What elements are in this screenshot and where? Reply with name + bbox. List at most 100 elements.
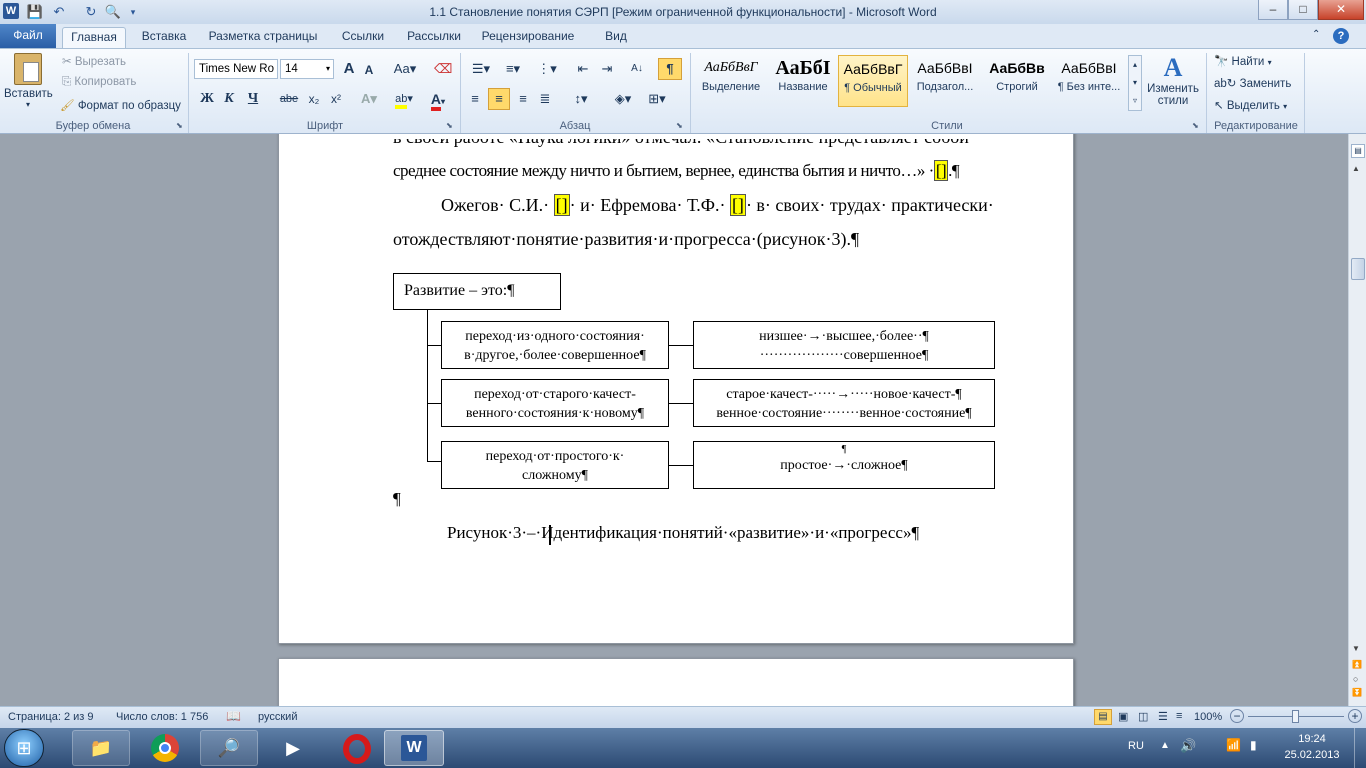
style-emphasis[interactable]: АаБбВвГ Выделение — [696, 55, 766, 107]
vertical-scrollbar[interactable]: ▤ ▲ ▼ ⏫ ○ ⏬ — [1348, 134, 1366, 706]
language-indicator[interactable]: русский — [258, 711, 297, 723]
close-button[interactable]: ✕ — [1318, 0, 1364, 20]
show-hidden-icons[interactable]: ▲ — [1160, 740, 1170, 751]
diagram-right-box[interactable]: низшее·→·высшее,·более··¶ ···············… — [693, 321, 995, 369]
chrome-taskbar-icon[interactable] — [136, 730, 194, 766]
full-screen-view-icon[interactable]: ▣ — [1118, 710, 1128, 723]
italic-button[interactable]: К — [220, 90, 238, 108]
replace-button[interactable]: ab↻ Заменить — [1214, 76, 1291, 90]
opera-taskbar-icon[interactable] — [328, 730, 386, 766]
word-count[interactable]: Число слов: 1 756 — [116, 711, 208, 723]
zoom-level[interactable]: 100% — [1194, 711, 1222, 723]
previous-page-icon[interactable]: ⏫ — [1352, 660, 1362, 669]
scroll-thumb[interactable] — [1351, 258, 1365, 280]
font-color-button[interactable]: A▾ — [424, 90, 452, 111]
dialog-launcher-icon[interactable]: ⬊ — [446, 121, 453, 130]
clock-time[interactable]: 19:24 — [1282, 733, 1342, 745]
diagram-left-box[interactable]: переход·от·простого·к· сложному¶ — [441, 441, 669, 489]
maximize-button[interactable]: □ — [1288, 0, 1318, 20]
tab-page-layout[interactable]: Разметка страницы — [204, 27, 322, 48]
bold-button[interactable]: Ж — [198, 90, 216, 108]
justify-icon[interactable]: ≣ — [536, 90, 554, 108]
tab-review[interactable]: Рецензирование — [478, 27, 578, 48]
change-styles-button[interactable]: A Изменить стили — [1144, 53, 1202, 117]
change-case-icon[interactable]: Aa▾ — [392, 60, 418, 78]
zoom-in-icon[interactable]: + — [1348, 709, 1362, 723]
word-taskbar-icon[interactable]: W — [384, 730, 444, 766]
print-layout-view-icon[interactable]: ▤ — [1094, 709, 1112, 725]
font-name-select[interactable]: Times New Ro — [194, 59, 278, 79]
clock-date[interactable]: 25.02.2013 — [1282, 749, 1342, 761]
style-title[interactable]: АаБбІ Название — [768, 55, 838, 107]
tab-mailings[interactable]: Рассылки — [402, 27, 466, 48]
diagram-right-box[interactable]: ¶ простое·→·сложное¶ — [693, 441, 995, 489]
show-formatting-button[interactable]: ¶ — [658, 58, 682, 80]
shrink-font-icon[interactable]: A — [360, 61, 378, 79]
network-icon[interactable]: 📶 — [1226, 738, 1241, 752]
citation-field[interactable]: [] — [553, 194, 570, 216]
paste-button[interactable]: Вставить ▾ — [4, 53, 53, 117]
line-spacing-icon[interactable]: ↕▾ — [568, 90, 594, 108]
borders-icon[interactable]: ⊞▾ — [644, 90, 670, 108]
citation-field[interactable]: [] — [729, 194, 746, 216]
zoom-out-icon[interactable]: − — [1230, 709, 1244, 723]
underline-button[interactable]: Ч — [244, 90, 262, 108]
style-no-spacing[interactable]: АаБбВвІ ¶ Без инте... — [1054, 55, 1124, 107]
bullets-icon[interactable]: ☰▾ — [468, 60, 494, 78]
diagram-left-box[interactable]: переход·из·одного·состояния· в·другое,·бо… — [441, 321, 669, 369]
dialog-launcher-icon[interactable]: ⬊ — [176, 121, 183, 130]
subscript-button[interactable]: x₂ — [304, 90, 324, 108]
page-indicator[interactable]: Страница: 2 из 9 — [8, 711, 94, 723]
align-left-icon[interactable]: ≡ — [466, 90, 484, 108]
numbering-icon[interactable]: ≡▾ — [500, 60, 526, 78]
web-layout-view-icon[interactable]: ◫ — [1138, 710, 1148, 723]
browse-object-icon[interactable]: ○ — [1353, 674, 1358, 684]
style-strong[interactable]: АаБбВв Строгий — [982, 55, 1052, 107]
superscript-button[interactable]: x² — [326, 90, 346, 108]
scroll-down-arrow[interactable]: ▼ — [1352, 644, 1360, 653]
start-button[interactable]: ⊞ — [4, 729, 44, 767]
align-right-icon[interactable]: ≡ — [514, 90, 532, 108]
scroll-up-arrow[interactable]: ▲ — [1352, 164, 1360, 173]
text-effects-icon[interactable]: A▾ — [360, 90, 378, 108]
page[interactable] — [278, 658, 1074, 706]
increase-indent-icon[interactable]: ⇥ — [598, 60, 616, 78]
tab-view[interactable]: Вид — [598, 27, 634, 48]
tab-file[interactable]: Файл — [0, 24, 56, 48]
volume-icon[interactable]: 🔊 — [1180, 738, 1196, 754]
search-app-taskbar-icon[interactable]: 🔎 — [200, 730, 258, 766]
outline-view-icon[interactable]: ☰ — [1158, 710, 1168, 723]
next-page-icon[interactable]: ⏬ — [1352, 688, 1362, 697]
spellcheck-icon[interactable]: 📖 — [226, 709, 241, 723]
media-player-taskbar-icon[interactable]: ▶ — [264, 730, 322, 766]
cut-button[interactable]: ✂ Вырезать — [62, 54, 126, 68]
help-icon[interactable]: ? — [1333, 28, 1349, 44]
style-normal[interactable]: АаБбВвГ ¶ Обычный — [838, 55, 908, 107]
copy-button[interactable]: ⎘ Копировать — [62, 76, 136, 89]
align-center-icon[interactable]: ≡ — [488, 88, 510, 110]
style-subtitle[interactable]: АаБбВвІ Подзагол... — [910, 55, 980, 107]
citation-field[interactable]: [] — [933, 160, 949, 181]
tab-references[interactable]: Ссылки — [334, 27, 392, 48]
grow-font-icon[interactable]: A — [340, 60, 358, 78]
format-painter-button[interactable]: 🖌 Формат по образцу — [60, 98, 181, 112]
input-language[interactable]: RU — [1128, 740, 1144, 752]
highlight-color-button[interactable]: ab▾ — [390, 90, 418, 109]
draft-view-icon[interactable]: ≡ — [1176, 710, 1182, 722]
power-icon[interactable]: ▮ — [1250, 738, 1257, 752]
styles-scroll[interactable]: ▴ ▾ ▿ — [1128, 55, 1142, 111]
select-button[interactable]: ↖ Выделить ▾ — [1214, 98, 1287, 112]
shading-icon[interactable]: ◈▾ — [610, 90, 636, 108]
diagram-right-box[interactable]: старое·качест-·····→·····новое·качест-¶ в… — [693, 379, 995, 427]
diagram-left-box[interactable]: переход·от·старого·качест-венного·состоя… — [441, 379, 669, 427]
decrease-indent-icon[interactable]: ⇤ — [574, 60, 592, 78]
minimize-button[interactable]: – — [1258, 0, 1288, 20]
document-area[interactable]: в своей работе «Наука логики» отмечал: «… — [0, 134, 1348, 706]
show-desktop-button[interactable] — [1354, 728, 1366, 768]
clear-formatting-icon[interactable]: ⌫ — [434, 60, 452, 78]
page[interactable]: в своей работе «Наука логики» отмечал: «… — [278, 134, 1074, 644]
diagram-root-box[interactable]: Развитие – это:¶ — [393, 273, 561, 310]
sort-icon[interactable]: A↓ — [628, 60, 646, 78]
dialog-launcher-icon[interactable]: ⬊ — [1192, 121, 1199, 130]
tab-home[interactable]: Главная — [62, 27, 126, 48]
